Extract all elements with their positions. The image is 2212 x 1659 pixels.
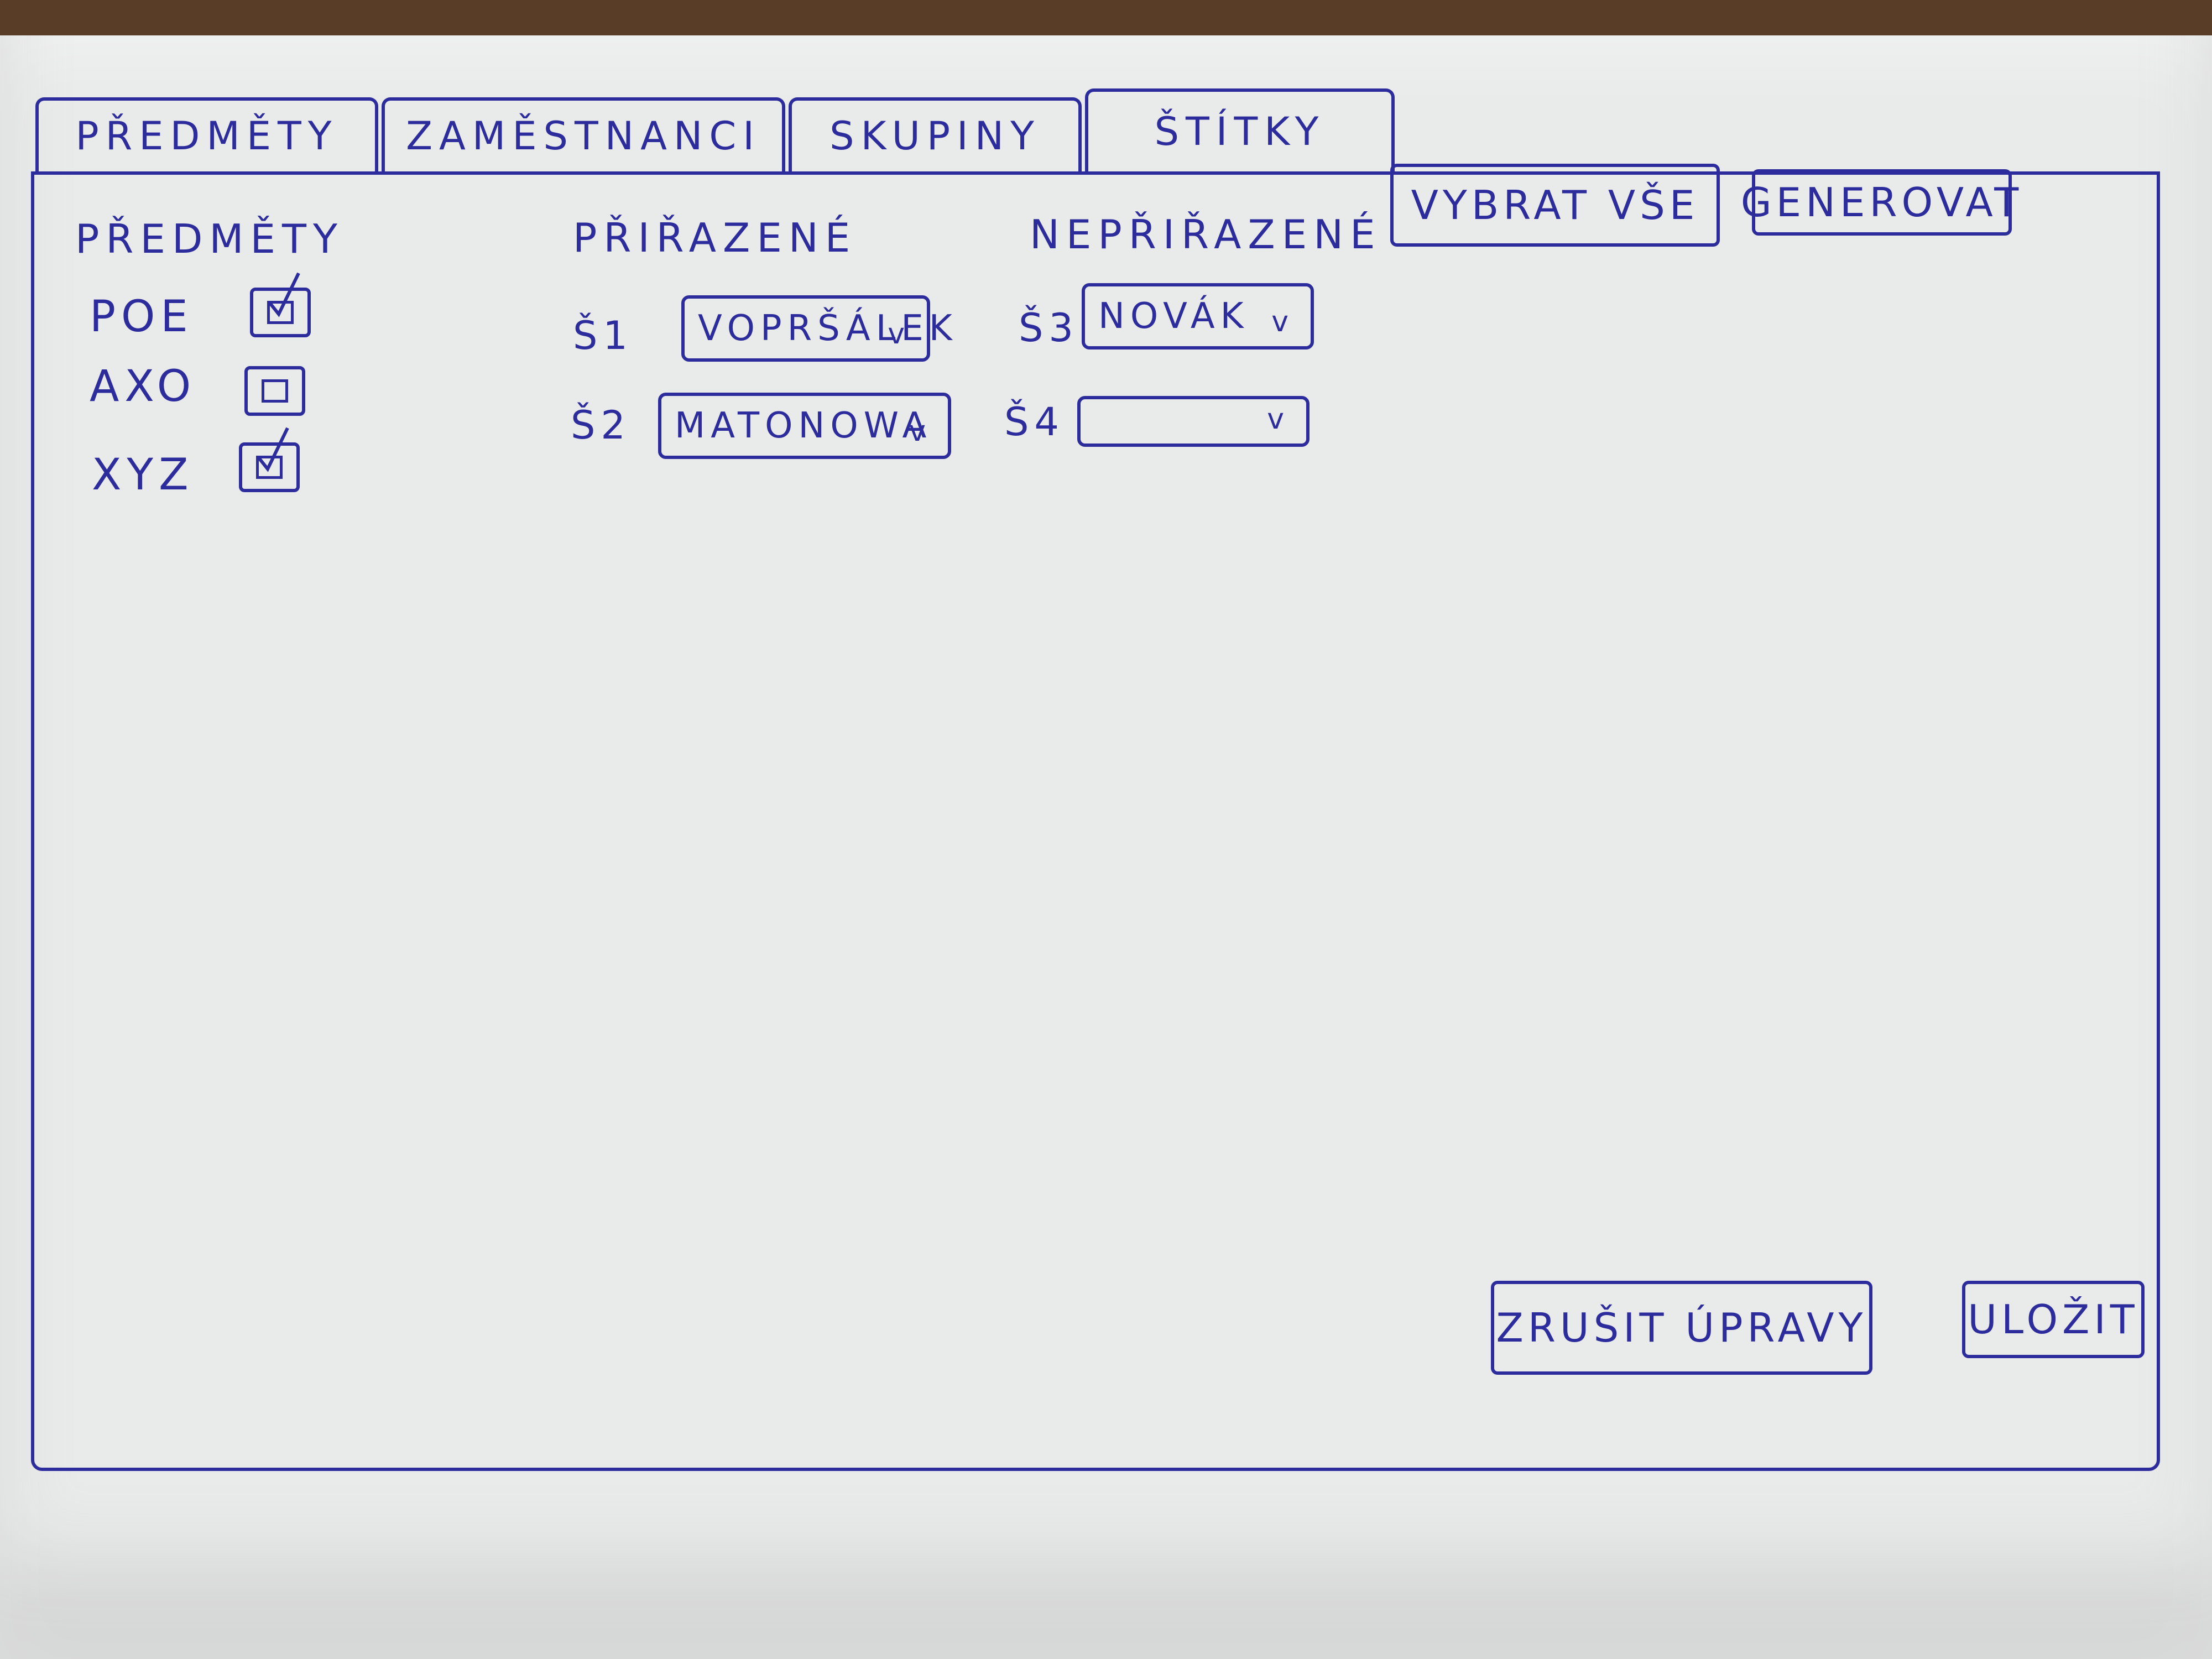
generate-button[interactable]: GENEROVAT bbox=[1741, 169, 2018, 236]
unassigned-label-s3: Š3 bbox=[1019, 305, 1079, 351]
chevron-down-icon: v bbox=[888, 317, 910, 351]
subject-checkbox-poe[interactable] bbox=[250, 272, 311, 337]
unassigned-heading: NEPŘIŘAZENÉ bbox=[1030, 211, 1382, 258]
select-value: MATONOWA bbox=[675, 405, 932, 446]
tab-label: PŘEDMĚTY bbox=[75, 113, 338, 159]
cancel-changes-button[interactable]: ZRUŠIT ÚPRAVY bbox=[1491, 1281, 1872, 1375]
tab-label: ZAMĚSTNANCI bbox=[406, 113, 761, 159]
assigned-select-s2[interactable]: MATONOWA v bbox=[658, 393, 951, 459]
cancel-changes-label: ZRUŠIT ÚPRAVY bbox=[1496, 1305, 1867, 1351]
generate-label: GENEROVAT bbox=[1740, 179, 2023, 226]
tab-stitky[interactable]: ŠTÍTKY bbox=[1085, 88, 1395, 171]
tab-label: ŠTÍTKY bbox=[1154, 109, 1326, 154]
assigned-select-s1[interactable]: VOPRŠÁLEK v bbox=[681, 295, 952, 362]
subjects-heading: PŘEDMĚTY bbox=[75, 216, 344, 262]
sketch-paper: PŘEDMĚTY ZAMĚSTNANCI SKUPINY ŠTÍTKY PŘED… bbox=[0, 35, 2212, 1659]
subject-checkbox-xyz[interactable] bbox=[239, 427, 300, 492]
tab-skupiny[interactable]: SKUPINY bbox=[789, 97, 1082, 171]
checkmark-icon bbox=[257, 427, 289, 472]
subject-label-poe: POE bbox=[90, 292, 194, 342]
checkmark-icon bbox=[268, 272, 300, 317]
subject-label-xyz: XYZ bbox=[92, 450, 194, 500]
chevron-down-icon: v bbox=[1267, 403, 1290, 436]
assigned-label-s1: Š1 bbox=[573, 313, 633, 358]
checkbox-box bbox=[262, 379, 288, 403]
tab-predmety[interactable]: PŘEDMĚTY bbox=[35, 97, 378, 171]
chevron-down-icon: v bbox=[1271, 305, 1294, 338]
tab-zamestnanci[interactable]: ZAMĚSTNANCI bbox=[382, 97, 785, 171]
subject-label-axo: AXO bbox=[90, 362, 197, 411]
unassigned-select-s4[interactable]: v bbox=[1077, 396, 1310, 447]
save-label: ULOŽIT bbox=[1968, 1296, 2139, 1343]
assigned-heading: PŘIŘAZENÉ bbox=[573, 215, 857, 261]
select-value: VOPRŠÁLEK bbox=[698, 308, 958, 349]
main-panel: PŘEDMĚTY POE AXO XYZ PŘIŘAZENÉ Š1 VOPRŠÁ… bbox=[31, 164, 2160, 1471]
chevron-down-icon: v bbox=[909, 415, 931, 448]
save-button[interactable]: ULOŽIT bbox=[1962, 1281, 2145, 1358]
subject-checkbox-axo[interactable] bbox=[244, 366, 305, 416]
unassigned-label-s4: Š4 bbox=[1004, 399, 1065, 445]
select-all-label: VYBRAT VŠE bbox=[1411, 182, 1699, 228]
tab-label: SKUPINY bbox=[830, 113, 1041, 159]
select-value: NOVÁK bbox=[1098, 296, 1249, 337]
select-all-button[interactable]: VYBRAT VŠE bbox=[1390, 164, 1720, 247]
unassigned-select-s3[interactable]: NOVÁK v bbox=[1082, 283, 1314, 349]
assigned-label-s2: Š2 bbox=[571, 403, 631, 448]
